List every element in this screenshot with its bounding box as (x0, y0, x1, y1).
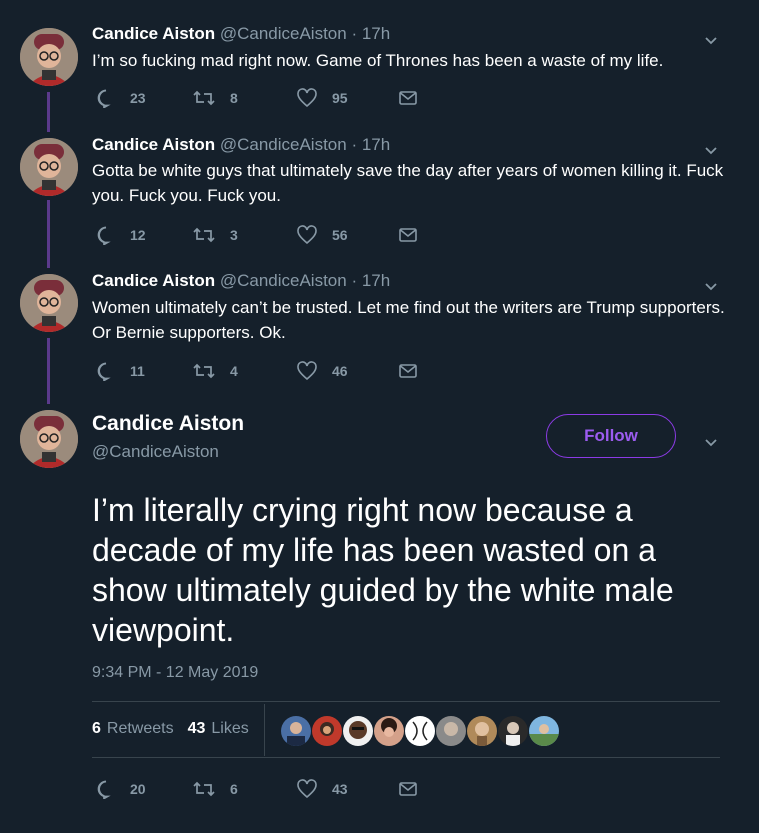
author-name[interactable]: Candice Aiston (92, 24, 215, 43)
tweet-text: Women ultimately can’t be trusted. Let m… (92, 298, 725, 342)
liker-avatar[interactable] (281, 716, 311, 746)
retweet-button[interactable]: 3 (192, 225, 238, 245)
dm-button[interactable] (398, 779, 432, 799)
reply-count: 11 (130, 363, 145, 379)
retweet-count: 8 (230, 90, 238, 106)
retweet-count: 3 (230, 227, 238, 243)
like-count: 43 (332, 781, 348, 797)
chevron-down-icon[interactable] (703, 142, 719, 158)
thread-connector (47, 338, 50, 404)
like-count: 46 (332, 363, 348, 379)
like-button[interactable]: 46 (296, 361, 348, 381)
handle-time: @CandiceAiston · 17h (219, 271, 391, 290)
chevron-down-icon[interactable] (703, 32, 719, 48)
liker-avatar[interactable] (374, 716, 404, 746)
author-handle[interactable]: @CandiceAiston (92, 442, 219, 462)
thread-tweet-3[interactable]: Candice Aiston @CandiceAiston · 17h Wome… (0, 0, 759, 381)
avatar[interactable] (20, 28, 78, 86)
tweet-header: Candice Aiston @CandiceAiston · 17h (92, 24, 390, 44)
dm-button[interactable] (398, 225, 432, 245)
tweet-text: I’m so fucking mad right now. Game of Th… (92, 51, 664, 70)
like-button[interactable]: 43 (296, 779, 348, 799)
handle-time: @CandiceAiston · 17h (219, 135, 391, 154)
tweet-header: Candice Aiston @CandiceAiston · 17h (92, 271, 390, 291)
retweet-total: 6 (92, 720, 101, 737)
reply-icon (97, 89, 111, 108)
liker-avatar[interactable] (405, 716, 435, 746)
retweet-count: 4 (230, 363, 238, 379)
envelope-icon (399, 228, 417, 242)
likes-label: Likes (211, 720, 249, 737)
envelope-icon (399, 782, 417, 796)
tweet-header: Candice Aiston @CandiceAiston · 17h (92, 135, 390, 155)
reply-count: 23 (130, 90, 146, 106)
retweet-icon (193, 781, 215, 797)
reply-button[interactable]: 11 (96, 361, 145, 381)
stats-separator (264, 704, 265, 756)
divider (92, 757, 720, 758)
liker-avatar[interactable] (343, 716, 373, 746)
like-total: 43 (187, 720, 206, 737)
like-button[interactable]: 95 (296, 88, 348, 108)
envelope-icon (399, 364, 417, 378)
avatar[interactable] (20, 138, 78, 196)
liker-avatar[interactable] (529, 716, 559, 746)
handle-time: @CandiceAiston · 17h (219, 24, 391, 43)
reply-button[interactable]: 20 (96, 779, 146, 799)
envelope-icon (399, 91, 417, 105)
avatar[interactable] (20, 410, 78, 468)
author-name[interactable]: Candice Aiston (92, 412, 244, 436)
tweet-text: Gotta be white guys that ultimately save… (92, 161, 724, 205)
heart-icon (297, 88, 317, 108)
author-name[interactable]: Candice Aiston (92, 271, 215, 290)
retweet-count: 6 (230, 781, 238, 797)
divider (92, 701, 720, 702)
retweet-button[interactable]: 6 (192, 779, 238, 799)
follow-button[interactable]: Follow (546, 414, 676, 458)
retweet-button[interactable]: 8 (192, 88, 238, 108)
liker-avatars (281, 716, 560, 746)
author-name[interactable]: Candice Aiston (92, 135, 215, 154)
liker-avatar[interactable] (498, 716, 528, 746)
retweets-stat[interactable]: 6 Retweets (92, 720, 174, 738)
likes-stat[interactable]: 43 Likes (188, 720, 249, 738)
reply-button[interactable]: 12 (96, 225, 146, 245)
heart-icon (297, 779, 317, 799)
reply-count: 20 (130, 781, 146, 797)
thread-tweet-1[interactable]: Candice Aiston @CandiceAiston · 17h I’m … (0, 0, 759, 130)
chevron-down-icon[interactable] (703, 434, 719, 450)
retweet-icon (193, 227, 215, 243)
timestamp[interactable]: 9:34 PM - 12 May 2019 (92, 664, 258, 682)
like-count: 95 (332, 90, 348, 106)
avatar[interactable] (20, 274, 78, 332)
chevron-down-icon[interactable] (703, 278, 719, 294)
liker-avatar[interactable] (467, 716, 497, 746)
heart-icon (297, 225, 317, 245)
liker-avatar[interactable] (436, 716, 466, 746)
like-count: 56 (332, 227, 348, 243)
dm-button[interactable] (398, 361, 432, 381)
thread-connector (47, 200, 50, 268)
retweet-icon (193, 363, 215, 379)
reply-button[interactable]: 23 (96, 88, 146, 108)
retweets-label: Retweets (106, 720, 174, 737)
liker-avatar[interactable] (312, 716, 342, 746)
dm-button[interactable] (398, 88, 432, 108)
like-button[interactable]: 56 (296, 225, 348, 245)
reply-count: 12 (130, 227, 146, 243)
reply-icon (97, 362, 111, 381)
heart-icon (297, 361, 317, 381)
retweet-button[interactable]: 4 (192, 361, 238, 381)
tweet-text: I’m literally crying right now because a… (92, 492, 674, 648)
retweet-icon (193, 90, 215, 106)
reply-icon (97, 780, 111, 799)
reply-icon (97, 226, 111, 245)
engagement-stats: 6 Retweets 43 Likes (92, 720, 249, 738)
